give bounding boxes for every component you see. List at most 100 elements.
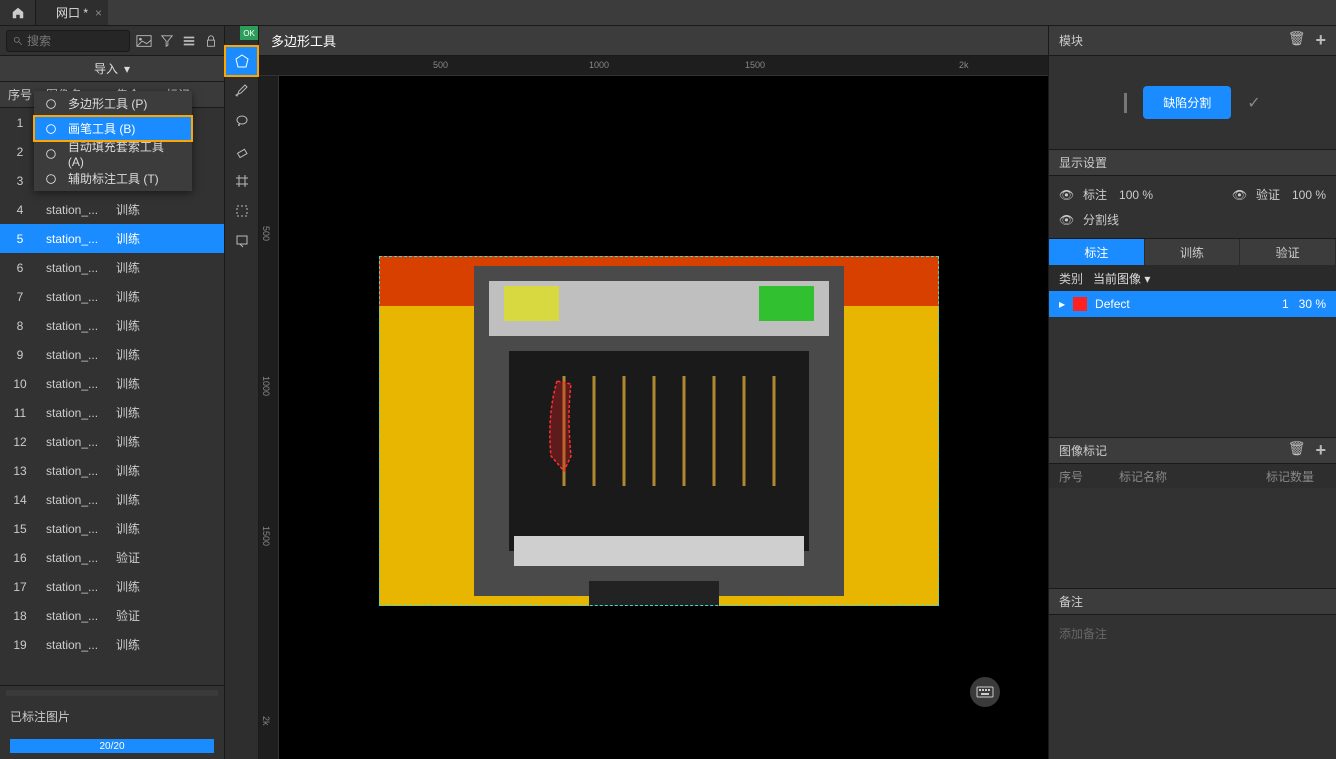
- table-row[interactable]: 5station_...训练: [0, 224, 224, 253]
- tool-brush[interactable]: [225, 76, 258, 106]
- td-name: station_...: [40, 435, 110, 449]
- table-row[interactable]: 10station_...训练: [0, 369, 224, 398]
- menu-item-wand[interactable]: 辅助标注工具 (T): [34, 166, 192, 191]
- eye-icon[interactable]: 👁: [1232, 188, 1248, 202]
- td-set: 训练: [110, 201, 160, 218]
- td-set: 训练: [110, 230, 160, 247]
- toolbar: OK: [225, 26, 259, 759]
- ruler-tick: 1000: [589, 60, 609, 70]
- module-chip-label: 缺陷分割: [1163, 96, 1211, 110]
- td-set: 训练: [110, 491, 160, 508]
- chevron-down-icon: ▾: [124, 62, 130, 76]
- menu-item-label: 自动填充套索工具 (A): [68, 138, 182, 169]
- vertical-ruler: 500100015002k: [259, 76, 279, 759]
- table-body[interactable]: 1station_...训练2station_...验证3station_...…: [0, 108, 224, 685]
- lasso-icon: [44, 147, 58, 161]
- add-marker-icon[interactable]: +: [1315, 440, 1326, 461]
- table-row[interactable]: 18station_...验证: [0, 601, 224, 630]
- filter-icon[interactable]: [160, 34, 174, 48]
- td-set: 训练: [110, 433, 160, 450]
- module-title: 模块: [1059, 32, 1083, 49]
- delete-module-icon[interactable]: 🗑: [1288, 30, 1306, 51]
- check-icon[interactable]: ✓: [1247, 93, 1260, 113]
- tool-select[interactable]: [225, 196, 258, 226]
- canvas-content[interactable]: 500100015002k: [259, 76, 1048, 759]
- td-name: station_...: [40, 232, 110, 246]
- eye-icon[interactable]: 👁: [1059, 188, 1075, 202]
- td-seq: 18: [0, 609, 40, 623]
- module-chip[interactable]: 缺陷分割: [1143, 86, 1231, 119]
- search-icon: [13, 36, 23, 46]
- list-icon[interactable]: [182, 34, 196, 48]
- td-seq: 16: [0, 551, 40, 565]
- table-row[interactable]: 4station_...训练: [0, 195, 224, 224]
- gallery-icon[interactable]: [136, 34, 152, 48]
- td-seq: 4: [0, 203, 40, 217]
- tab-validate-label: 验证: [1276, 244, 1300, 261]
- table-row[interactable]: 14station_...训练: [0, 485, 224, 514]
- mk-col-name: 标记名称: [1119, 468, 1266, 485]
- add-module-icon[interactable]: +: [1315, 30, 1326, 51]
- annotated-label: 已标注图片: [0, 700, 224, 733]
- ruler-tick: 2k: [959, 60, 969, 70]
- horizontal-ruler: 500100015002k: [259, 56, 1048, 76]
- tab-validate[interactable]: 验证: [1240, 239, 1336, 265]
- tab-train[interactable]: 训练: [1145, 239, 1241, 265]
- td-name: station_...: [40, 522, 110, 536]
- td-seq: 11: [0, 406, 40, 420]
- home-tab[interactable]: [0, 0, 36, 25]
- keyboard-button[interactable]: [970, 677, 1000, 707]
- canvas-area: 多边形工具 500100015002k 500100015002k: [259, 26, 1048, 759]
- table-row[interactable]: 6station_...训练: [0, 253, 224, 282]
- table-row[interactable]: 12station_...训练: [0, 427, 224, 456]
- ds-valid-label: 验证: [1256, 186, 1280, 203]
- table-row[interactable]: 8station_...训练: [0, 311, 224, 340]
- delete-marker-icon[interactable]: 🗑: [1288, 440, 1306, 461]
- td-set: 训练: [110, 578, 160, 595]
- td-set: 训练: [110, 636, 160, 653]
- tool-crop[interactable]: [225, 226, 258, 256]
- category-scope-dropdown[interactable]: 当前图像 ▾: [1093, 270, 1150, 287]
- category-row-defect[interactable]: ▸ Defect 1 30 %: [1049, 291, 1336, 317]
- lock-icon[interactable]: [204, 34, 218, 48]
- table-row[interactable]: 9station_...训练: [0, 340, 224, 369]
- tool-eraser[interactable]: [225, 136, 258, 166]
- table-row[interactable]: 19station_...训练: [0, 630, 224, 659]
- import-button[interactable]: 导入 ▾: [0, 56, 224, 82]
- menu-item-lasso[interactable]: 自动填充套索工具 (A): [34, 141, 192, 166]
- tab-annotate[interactable]: 标注: [1049, 239, 1145, 265]
- td-name: station_...: [40, 493, 110, 507]
- table-row[interactable]: 17station_...训练: [0, 572, 224, 601]
- td-set: 训练: [110, 462, 160, 479]
- menu-item-polygon[interactable]: 多边形工具 (P): [34, 91, 192, 116]
- td-set: 训练: [110, 520, 160, 537]
- td-set: 训练: [110, 288, 160, 305]
- right-panel: 模块 🗑+ 缺陷分割 ✓ 显示设置 👁 标注 100 % 👁 验证 100 %: [1048, 26, 1336, 759]
- td-name: station_...: [40, 261, 110, 275]
- td-seq: 8: [0, 319, 40, 333]
- category-color-swatch[interactable]: [1073, 297, 1087, 311]
- table-row[interactable]: 16station_...验证: [0, 543, 224, 572]
- file-tab[interactable]: 网口 * ×: [36, 0, 108, 25]
- eye-icon[interactable]: 👁: [1059, 213, 1075, 227]
- selection-box[interactable]: [379, 256, 939, 606]
- search-input[interactable]: 搜索: [6, 30, 130, 52]
- remarks-input[interactable]: 添加备注: [1049, 615, 1336, 652]
- tool-polygon[interactable]: [225, 46, 258, 76]
- ds-segline-label: 分割线: [1083, 211, 1119, 228]
- search-placeholder: 搜索: [27, 32, 51, 49]
- td-seq: 17: [0, 580, 40, 594]
- table-row[interactable]: 13station_...训练: [0, 456, 224, 485]
- home-icon: [11, 6, 25, 20]
- ruler-tick: 500: [433, 60, 448, 70]
- tool-grid[interactable]: [225, 166, 258, 196]
- tool-lasso[interactable]: [225, 106, 258, 136]
- expand-icon[interactable]: ▸: [1059, 297, 1065, 311]
- td-name: station_...: [40, 638, 110, 652]
- category-percent: 30 %: [1299, 297, 1326, 311]
- td-seq: 19: [0, 638, 40, 652]
- table-row[interactable]: 7station_...训练: [0, 282, 224, 311]
- table-row[interactable]: 11station_...训练: [0, 398, 224, 427]
- close-tab-icon[interactable]: ×: [95, 6, 102, 20]
- table-row[interactable]: 15station_...训练: [0, 514, 224, 543]
